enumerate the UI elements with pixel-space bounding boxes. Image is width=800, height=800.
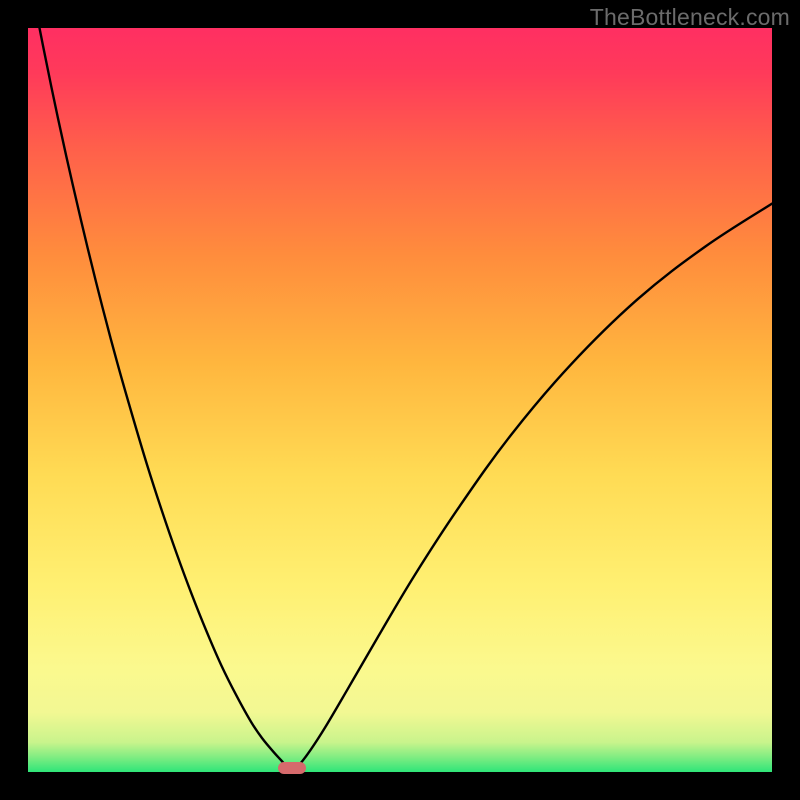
plot-area	[28, 28, 772, 772]
bottleneck-curve	[28, 28, 772, 772]
chart-frame: TheBottleneck.com	[0, 0, 800, 800]
watermark-text: TheBottleneck.com	[590, 4, 790, 31]
minimum-marker	[278, 762, 306, 774]
